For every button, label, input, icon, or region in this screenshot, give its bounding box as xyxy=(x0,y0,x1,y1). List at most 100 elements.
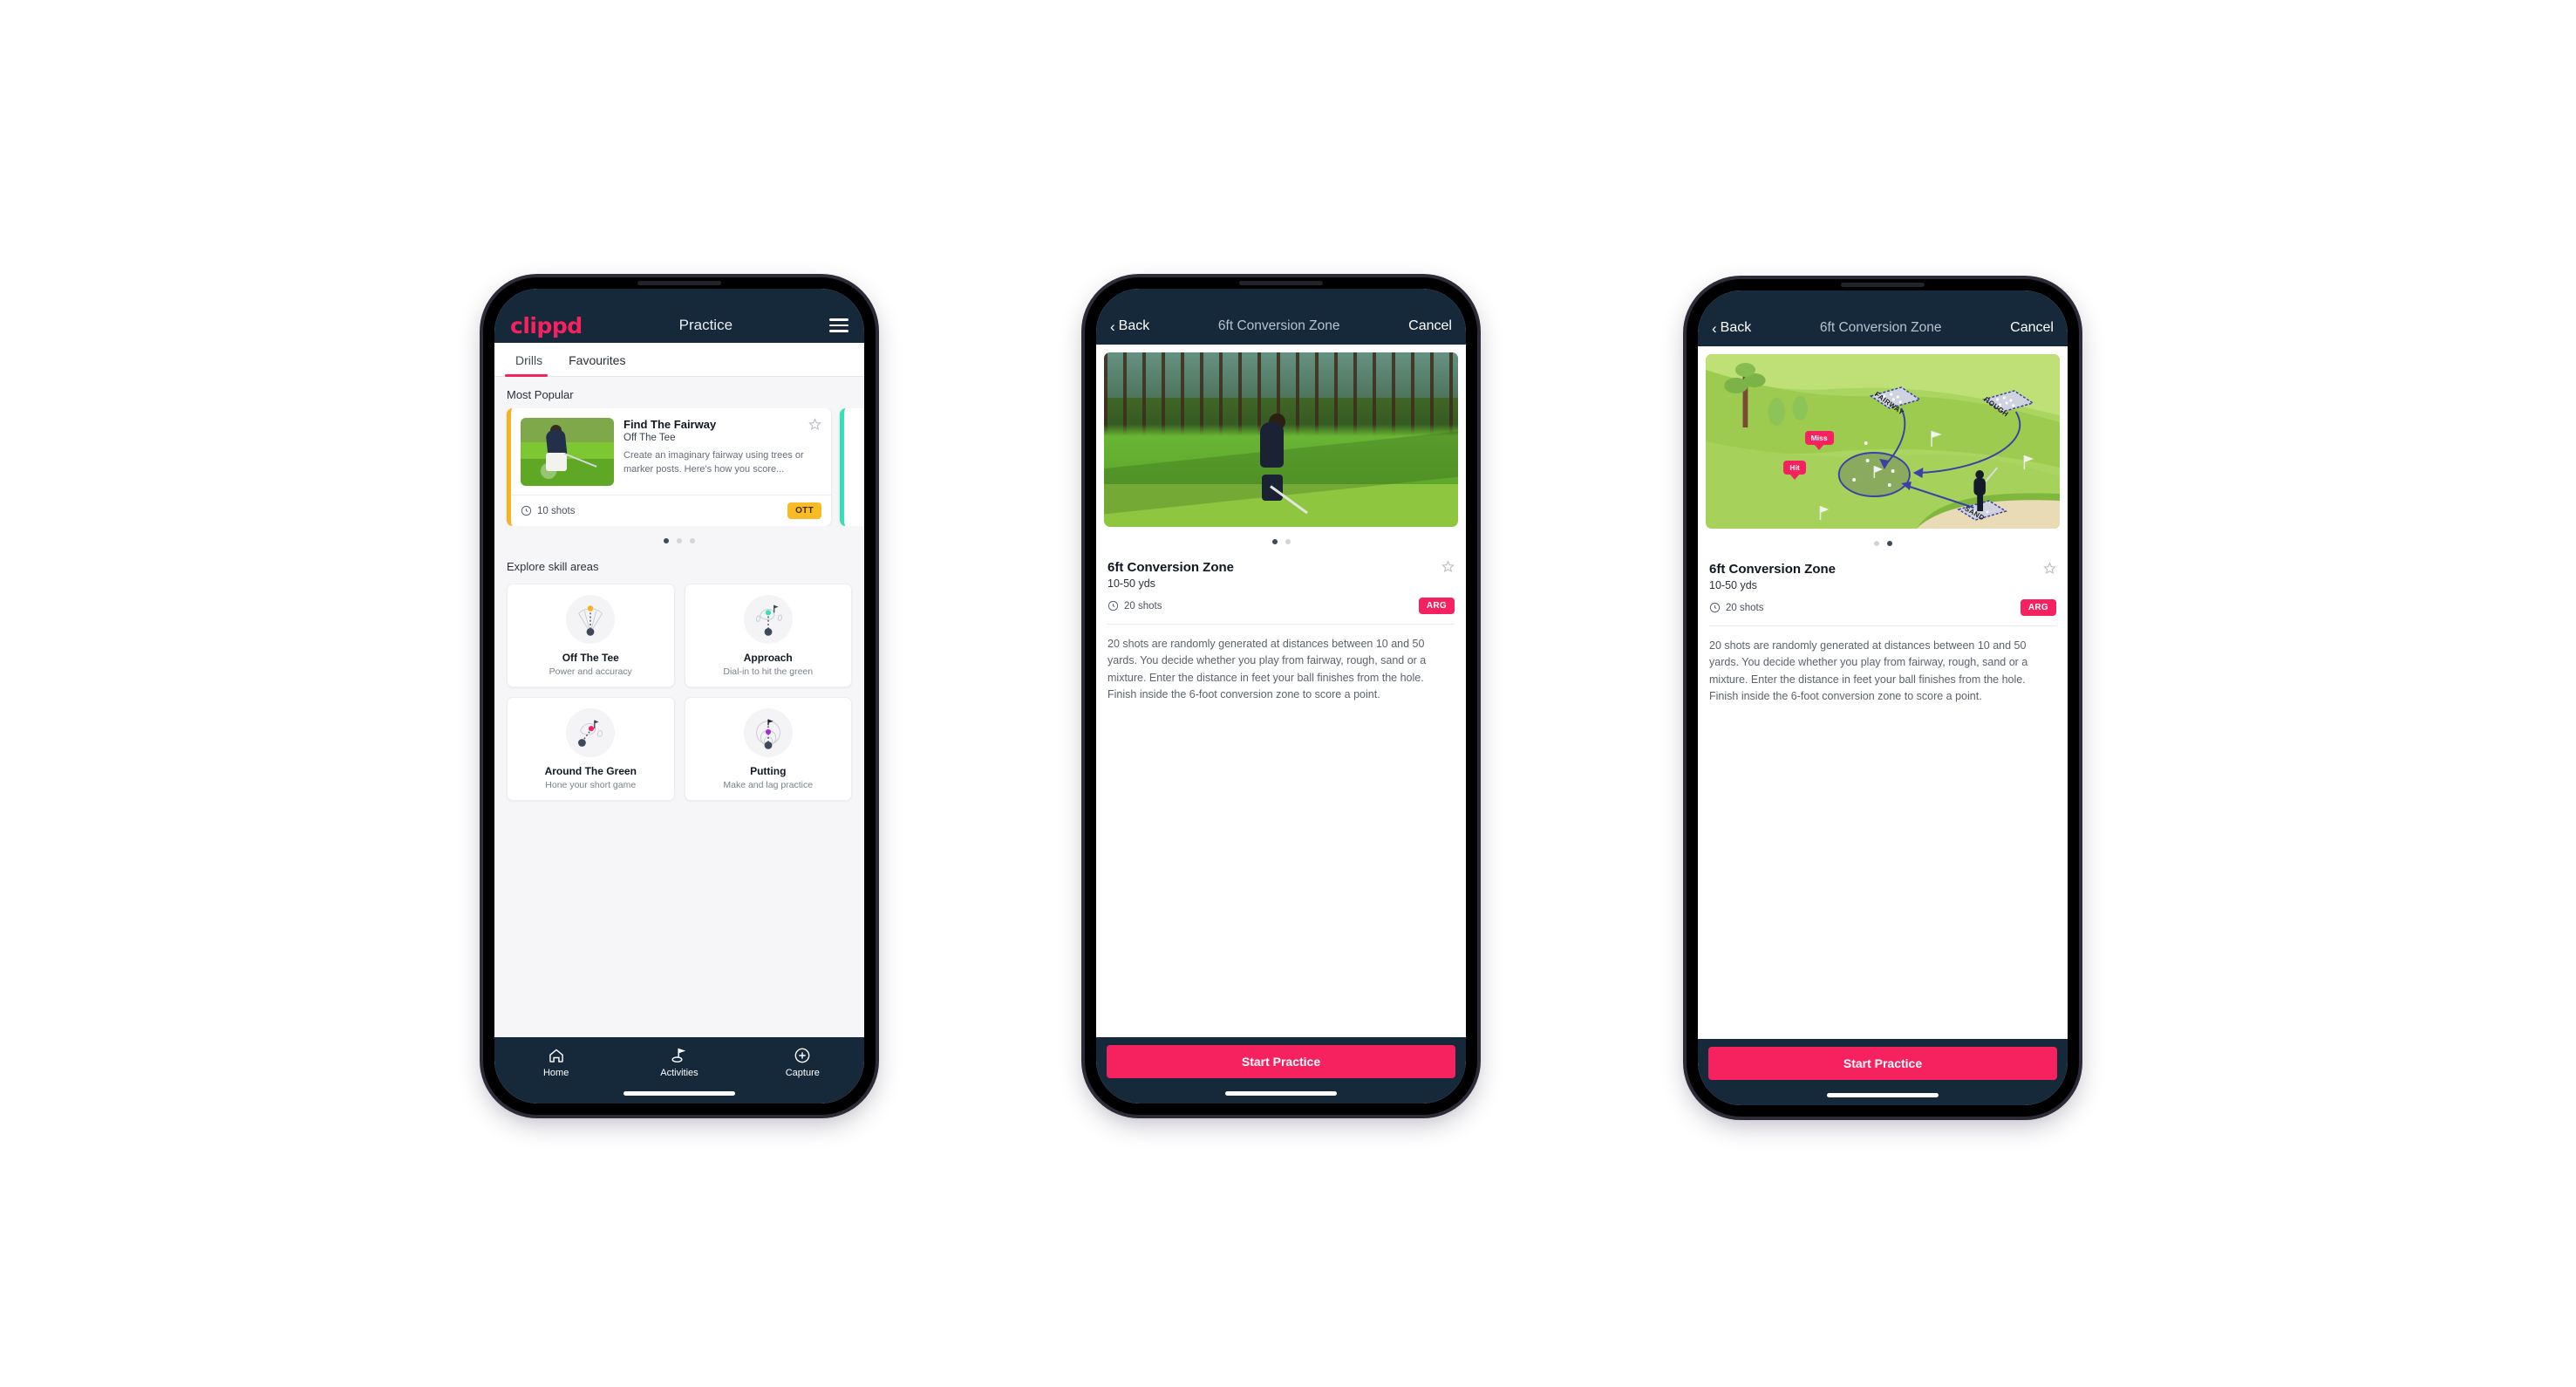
tee-fan-icon xyxy=(566,595,616,644)
skill-badge-arg: ARG xyxy=(1418,598,1455,614)
media-dot[interactable] xyxy=(1285,539,1291,544)
bottom-nav-label: Activities xyxy=(660,1068,699,1078)
around-green-icon xyxy=(566,708,616,757)
drill-carousel[interactable]: Find The Fairway Off The Tee Create an i… xyxy=(494,408,864,526)
drill-shots-label: 20 shots xyxy=(1124,600,1162,612)
drill-title: 6ft Conversion Zone xyxy=(1107,560,1235,575)
carousel-dot[interactable] xyxy=(690,538,695,543)
skill-card-putting[interactable]: Putting Make and lag practice xyxy=(684,697,852,801)
star-outline-icon[interactable] xyxy=(1441,560,1455,573)
hamburger-icon[interactable] xyxy=(829,318,848,332)
skill-card-desc: Hone your short game xyxy=(545,780,637,790)
home-icon xyxy=(549,1049,563,1062)
tab-bar: Drills Favourites xyxy=(494,343,864,377)
phone-mockup-practice-list: clippd Practice Drills Favourites Most P… xyxy=(483,277,876,1115)
phone-mockup-drill-detail-photo: ‹ Back 6ft Conversion Zone Cancel 6ft Co… xyxy=(1085,277,1477,1115)
drill-media-illustration[interactable]: FAIRWAY ROUGH SAND Miss Hit xyxy=(1706,354,2060,529)
star-outline-icon[interactable] xyxy=(2043,562,2056,575)
drill-shots: 20 shots xyxy=(1107,600,1162,612)
chevron-left-icon: ‹ xyxy=(1110,318,1115,335)
pin-miss: Miss xyxy=(1804,431,1834,445)
chevron-left-icon: ‹ xyxy=(1712,319,1717,337)
golfer-body xyxy=(1259,422,1284,468)
back-button[interactable]: ‹ Back xyxy=(1712,320,1751,336)
drill-title-row: Find The Fairway xyxy=(624,418,821,431)
carousel-dot[interactable] xyxy=(664,538,669,543)
skill-card-around-the-green[interactable]: Around The Green Hone your short game xyxy=(507,697,675,801)
cancel-button[interactable]: Cancel xyxy=(1408,318,1452,334)
skill-badge-arg: ARG xyxy=(2020,599,2056,616)
drill-info: 6ft Conversion Zone 10-50 yds 20 shots A… xyxy=(1096,550,1466,704)
drill-card[interactable]: Find The Fairway Off The Tee Create an i… xyxy=(507,408,831,526)
practice-body: Most Popular Find The Fairway Off The Te… xyxy=(494,377,864,1037)
media-dot[interactable] xyxy=(1271,539,1278,544)
golf-flag-icon xyxy=(671,1048,686,1063)
screenshot-stage: clippd Practice Drills Favourites Most P… xyxy=(0,0,2576,1387)
phone-speaker xyxy=(1239,281,1323,285)
app-header: clippd Practice xyxy=(494,289,864,343)
drill-description: Create an imaginary fairway using trees … xyxy=(624,450,804,475)
drill-thumbnail xyxy=(521,418,614,486)
drill-shots: 10 shots xyxy=(521,505,575,516)
detail-body: FAIRWAY ROUGH SAND Miss Hit 6ft Conversi… xyxy=(1698,346,2068,1039)
back-label: Back xyxy=(1720,320,1752,335)
drill-meta: Find The Fairway Off The Tee Create an i… xyxy=(624,418,821,486)
phone-mockup-drill-detail-diagram: ‹ Back 6ft Conversion Zone Cancel FAIRWA… xyxy=(1687,279,2079,1117)
back-button[interactable]: ‹ Back xyxy=(1110,318,1149,334)
tab-drills[interactable]: Drills xyxy=(505,343,553,377)
home-indicator xyxy=(1827,1093,1939,1097)
skill-card-approach[interactable]: Approach Dial-in to hit the green xyxy=(684,584,852,687)
phone1-screen: clippd Practice Drills Favourites Most P… xyxy=(494,289,864,1103)
carousel-dots[interactable] xyxy=(494,526,864,549)
bottom-nav-capture[interactable]: Capture xyxy=(766,1047,839,1078)
bottom-nav-activities[interactable]: Activities xyxy=(643,1047,716,1078)
pin-hit: Hit xyxy=(1783,461,1806,475)
cancel-button[interactable]: Cancel xyxy=(2010,320,2054,336)
bottom-nav-label: Capture xyxy=(785,1068,820,1078)
media-dots[interactable] xyxy=(1698,529,2068,551)
media-dots[interactable] xyxy=(1096,527,1466,550)
star-outline-icon[interactable] xyxy=(808,418,821,431)
skill-card-title: Approach xyxy=(743,652,793,664)
media-dot[interactable] xyxy=(1886,541,1892,546)
drill-description: 20 shots are randomly generated at dista… xyxy=(1709,639,2028,703)
drill-title-row: 6ft Conversion Zone 10-50 yds xyxy=(1107,560,1455,590)
plus-circle-icon xyxy=(794,1048,810,1063)
drill-card-footer: 10 shots OTT xyxy=(511,495,831,526)
drill-media-photo[interactable] xyxy=(1104,352,1458,527)
drill-description: 20 shots are randomly generated at dista… xyxy=(1107,638,1427,701)
detail-nav-title: 6ft Conversion Zone xyxy=(1217,318,1340,333)
skill-card-title: Around The Green xyxy=(544,765,637,777)
detail-body: 6ft Conversion Zone 10-50 yds 20 shots A… xyxy=(1096,345,1466,1037)
approach-green-icon xyxy=(743,595,793,644)
detail-nav-bar: ‹ Back 6ft Conversion Zone Cancel xyxy=(1698,290,2068,346)
tab-favourites[interactable]: Favourites xyxy=(558,343,636,376)
phone2-screen: ‹ Back 6ft Conversion Zone Cancel 6ft Co… xyxy=(1096,289,1466,1103)
back-label: Back xyxy=(1118,318,1150,333)
start-practice-button[interactable]: Start Practice xyxy=(1107,1045,1455,1078)
skill-card-desc: Power and accuracy xyxy=(549,666,632,677)
drill-yardage: 10-50 yds xyxy=(1107,577,1155,590)
skill-area-grid: Off The Tee Power and accuracy Approach … xyxy=(494,580,864,801)
drill-yardage: 10-50 yds xyxy=(1709,579,1757,591)
drill-shots-label: 20 shots xyxy=(1726,602,1764,613)
media-dot[interactable] xyxy=(1873,541,1879,546)
drill-card-next-peek[interactable] xyxy=(840,408,864,526)
drill-title: 6ft Conversion Zone xyxy=(1709,562,1837,577)
carousel-dot[interactable] xyxy=(677,538,682,543)
golfer-photo xyxy=(1104,352,1458,527)
drill-card-top: Find The Fairway Off The Tee Create an i… xyxy=(511,408,831,495)
bottom-nav-home[interactable]: Home xyxy=(520,1047,593,1078)
skill-card-off-the-tee[interactable]: Off The Tee Power and accuracy xyxy=(507,584,675,687)
skill-card-desc: Make and lag practice xyxy=(723,780,814,790)
drill-info: 6ft Conversion Zone 10-50 yds 20 shots A… xyxy=(1698,551,2068,706)
clippd-logo[interactable]: clippd xyxy=(510,313,583,338)
drill-subtitle: Off The Tee xyxy=(624,433,676,443)
course-svg xyxy=(1706,354,2060,529)
section-title-skill-areas: Explore skill areas xyxy=(507,560,599,573)
detail-nav-title: 6ft Conversion Zone xyxy=(1819,320,1942,335)
cta-container: Start Practice xyxy=(1096,1037,1466,1103)
start-practice-button[interactable]: Start Practice xyxy=(1708,1047,2057,1080)
page-title: Practice xyxy=(678,317,733,333)
putting-rings-icon xyxy=(743,708,793,757)
